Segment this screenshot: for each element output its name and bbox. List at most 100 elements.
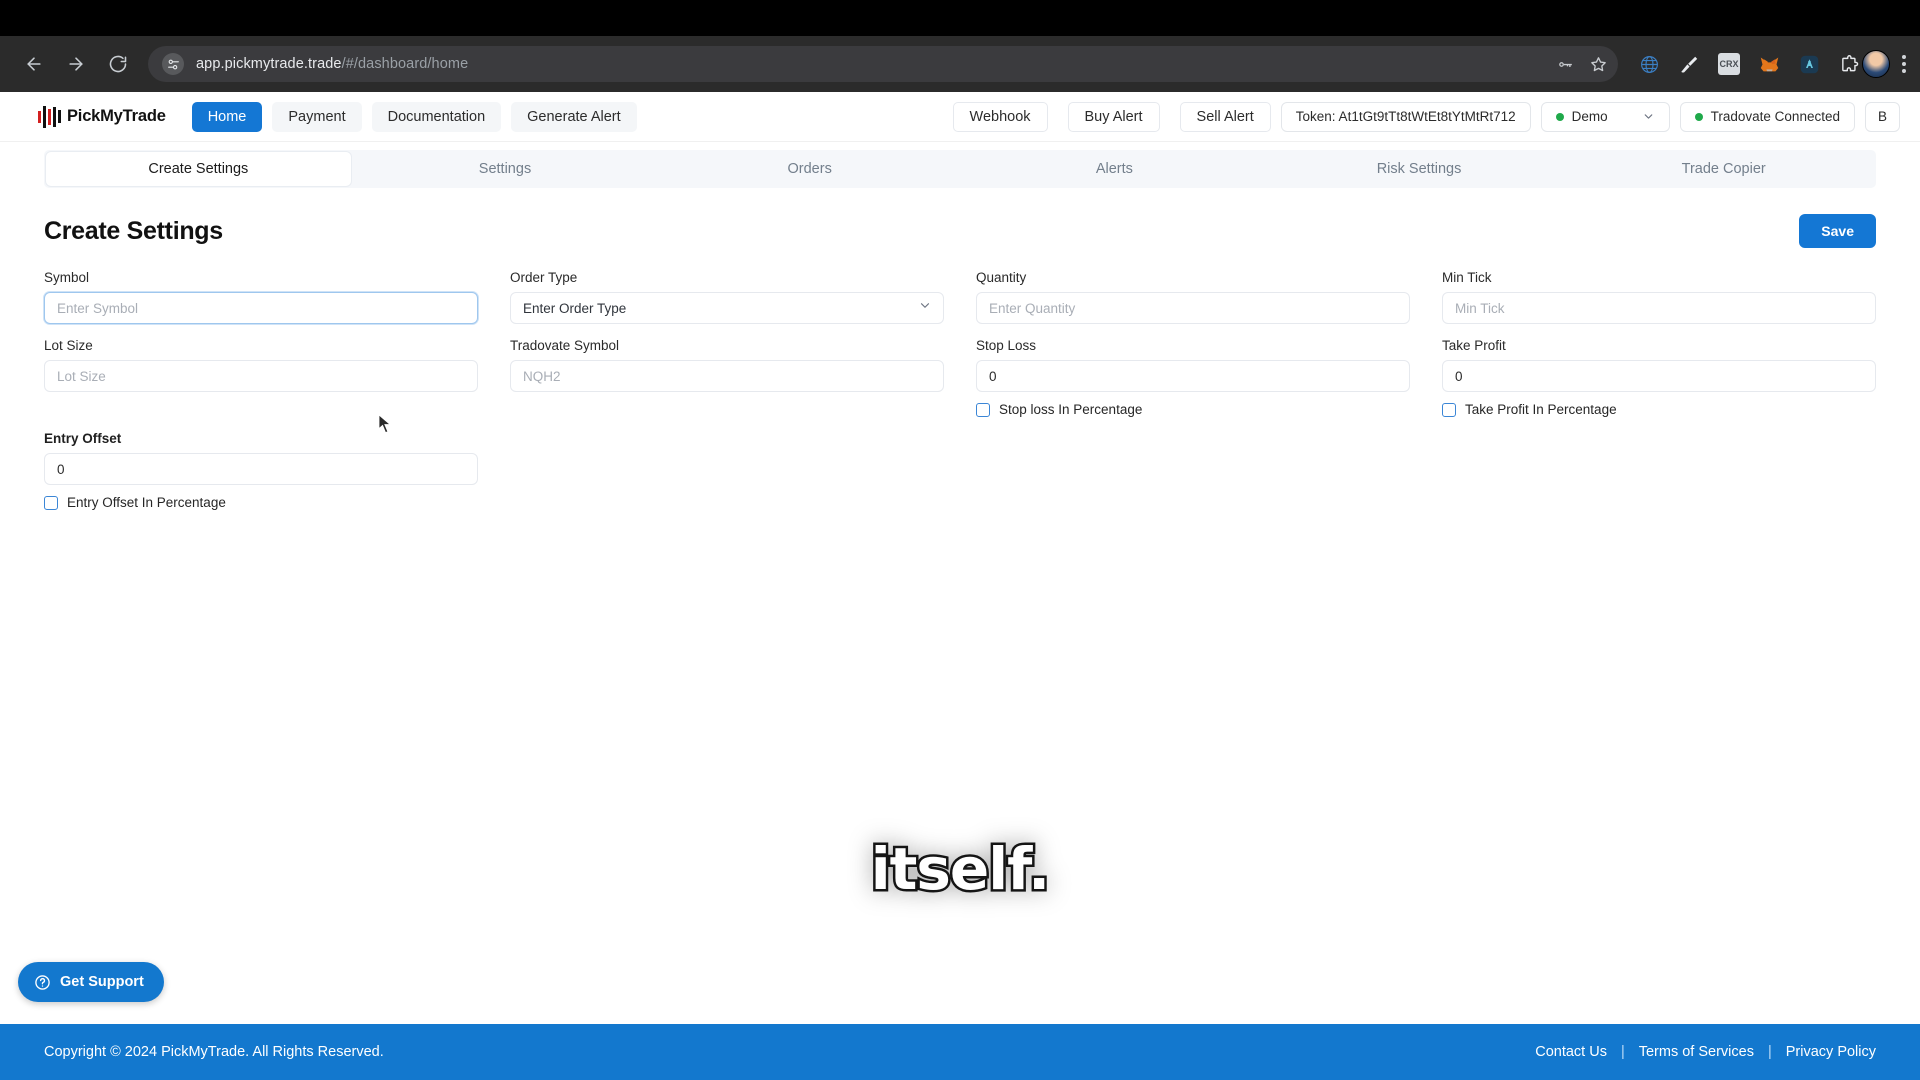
profile-avatar[interactable]: [1862, 50, 1890, 78]
field-tradovate-symbol: Tradovate Symbol: [510, 338, 944, 417]
take-profit-percentage-label: Take Profit In Percentage: [1465, 402, 1617, 417]
api-token-display[interactable]: Token: At1tGt9tTt8tWtEt8tYtMtRt712: [1280, 101, 1531, 132]
connection-status-badge[interactable]: Tradovate Connected: [1679, 101, 1855, 132]
url-text: app.pickmytrade.trade/#/dashboard/home: [196, 56, 468, 72]
broom-extension-icon[interactable]: [1678, 53, 1700, 75]
broker-initial-label: B: [1877, 109, 1887, 124]
entry-offset-input[interactable]: [44, 453, 478, 485]
create-settings-form: Symbol Order Type Quantity M: [44, 270, 1876, 520]
three-dot-menu-icon[interactable]: [1902, 55, 1906, 73]
field-stop-loss: Stop Loss Stop loss In Percentage: [976, 338, 1410, 417]
connection-status-label: Tradovate Connected: [1710, 109, 1840, 124]
blue-app-extension-icon[interactable]: [1798, 53, 1820, 75]
field-take-profit: Take Profit Take Profit In Percentage: [1442, 338, 1876, 417]
page-content: Create Settings Save Symbol Order Type: [0, 214, 1920, 520]
brand-logo[interactable]: PickMyTrade: [38, 105, 166, 128]
forward-arrow-icon[interactable]: [56, 44, 96, 84]
account-mode-label: Demo: [1571, 109, 1608, 124]
watermark-text: itself.: [868, 833, 1052, 906]
footer-divider: |: [1767, 1044, 1772, 1060]
address-bar[interactable]: app.pickmytrade.trade/#/dashboard/home: [148, 46, 1618, 82]
quantity-input[interactable]: [976, 292, 1410, 324]
get-support-label: Get Support: [60, 974, 144, 990]
crx-extension-icon[interactable]: CRX: [1718, 53, 1740, 75]
broker-initial-badge[interactable]: B: [1864, 101, 1900, 132]
get-support-button[interactable]: Get Support: [18, 962, 164, 1002]
label-tradovate-symbol: Tradovate Symbol: [510, 338, 620, 353]
footer-links: Contact Us | Terms of Services | Privacy…: [1535, 1044, 1876, 1060]
label-stop-loss: Stop Loss: [976, 338, 1037, 353]
page-title-row: Create Settings Save: [44, 214, 1876, 248]
browser-toolbar: app.pickmytrade.trade/#/dashboard/home C…: [0, 36, 1920, 92]
primary-nav: Home Payment Documentation Generate Aler…: [191, 101, 637, 132]
field-order-type: Order Type: [510, 270, 944, 324]
copyright-text: Copyright © 2024 PickMyTrade. All Rights…: [44, 1044, 384, 1060]
field-entry-offset: Entry Offset Entry Offset In Percentage: [44, 431, 478, 510]
label-entry-offset: Entry Offset: [44, 431, 122, 446]
entry-offset-percentage-checkbox[interactable]: [44, 495, 58, 510]
symbol-input[interactable]: [44, 292, 478, 324]
brand-name: PickMyTrade: [67, 107, 166, 125]
take-profit-input[interactable]: [1442, 360, 1876, 392]
section-tabs: Create Settings Settings Orders Alerts R…: [44, 150, 1876, 188]
nav-item-payment[interactable]: Payment: [272, 101, 362, 132]
globe-extension-icon[interactable]: [1638, 53, 1660, 75]
password-key-icon[interactable]: [1556, 55, 1575, 74]
tab-trade-copier[interactable]: Trade Copier: [1571, 150, 1876, 188]
nav-item-generate-alert[interactable]: Generate Alert: [511, 101, 637, 132]
stop-loss-percentage-label: Stop loss In Percentage: [999, 402, 1143, 417]
reload-icon[interactable]: [98, 44, 138, 84]
nav-item-documentation[interactable]: Documentation: [371, 101, 502, 132]
field-quantity: Quantity: [976, 270, 1410, 324]
tab-risk-settings[interactable]: Risk Settings: [1267, 150, 1572, 188]
tab-orders[interactable]: Orders: [657, 150, 962, 188]
webhook-button[interactable]: Webhook: [952, 101, 1048, 132]
stop-loss-percentage-row: Stop loss In Percentage: [976, 402, 1410, 417]
puzzle-extensions-icon[interactable]: [1838, 53, 1860, 75]
label-quantity: Quantity: [976, 270, 1027, 285]
connection-status-dot: [1694, 112, 1703, 121]
bookmark-star-icon[interactable]: [1589, 55, 1608, 74]
entry-offset-percentage-label: Entry Offset In Percentage: [67, 495, 226, 510]
header-actions: Webhook Buy Alert Sell Alert Token: At1t…: [952, 101, 1900, 132]
tradovate-symbol-input[interactable]: [510, 360, 944, 392]
sell-alert-button[interactable]: Sell Alert: [1179, 101, 1271, 132]
label-min-tick: Min Tick: [1442, 270, 1492, 285]
account-mode-select[interactable]: Demo: [1540, 101, 1670, 132]
order-type-input[interactable]: [510, 292, 944, 324]
buy-alert-button[interactable]: Buy Alert: [1067, 101, 1160, 132]
tab-alerts[interactable]: Alerts: [962, 150, 1267, 188]
footer-link-terms-of-services[interactable]: Terms of Services: [1639, 1044, 1754, 1060]
url-path: /#/dashboard/home: [341, 56, 469, 72]
take-profit-percentage-checkbox[interactable]: [1442, 402, 1456, 417]
take-profit-percentage-row: Take Profit In Percentage: [1442, 402, 1876, 417]
metamask-fox-icon[interactable]: [1758, 53, 1780, 75]
footer-link-privacy-policy[interactable]: Privacy Policy: [1786, 1044, 1876, 1060]
app-root: PickMyTrade Home Payment Documentation G…: [0, 92, 1920, 1080]
nav-item-home[interactable]: Home: [191, 101, 263, 132]
field-symbol: Symbol: [44, 270, 478, 324]
question-mark-icon: [34, 974, 51, 991]
label-order-type: Order Type: [510, 270, 578, 285]
site-settings-icon[interactable]: [162, 53, 184, 75]
save-button[interactable]: Save: [1799, 214, 1876, 248]
candlestick-logo-icon: [38, 105, 61, 128]
url-domain: app.pickmytrade.trade: [196, 56, 342, 72]
itself-watermark: itself.: [0, 833, 1920, 906]
label-symbol: Symbol: [44, 270, 90, 285]
chevron-down-icon: [1642, 110, 1655, 123]
tab-create-settings[interactable]: Create Settings: [46, 152, 351, 186]
field-min-tick: Min Tick: [1442, 270, 1876, 324]
footer-link-contact-us[interactable]: Contact Us: [1535, 1044, 1607, 1060]
crx-label: CRX: [1719, 59, 1739, 69]
lot-size-input[interactable]: [44, 360, 478, 392]
label-lot-size: Lot Size: [44, 338, 93, 353]
app-header: PickMyTrade Home Payment Documentation G…: [0, 92, 1920, 142]
stop-loss-input[interactable]: [976, 360, 1410, 392]
stop-loss-percentage-checkbox[interactable]: [976, 402, 990, 417]
tab-settings[interactable]: Settings: [353, 150, 658, 188]
back-arrow-icon[interactable]: [14, 44, 54, 84]
order-type-select[interactable]: [510, 292, 944, 324]
min-tick-input[interactable]: [1442, 292, 1876, 324]
account-status-dot: [1555, 112, 1564, 121]
